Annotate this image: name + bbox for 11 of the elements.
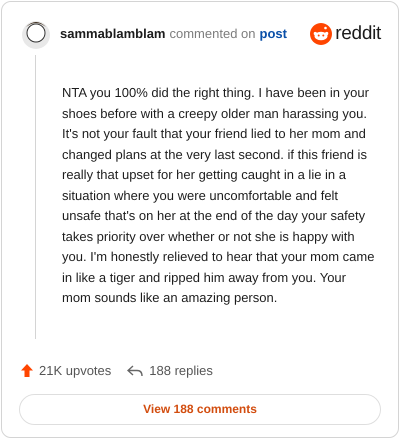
reply-count: 188 replies	[149, 362, 213, 380]
upvote-count: 21K upvotes	[39, 362, 112, 380]
author-name[interactable]: sammablamblam	[60, 24, 166, 44]
reddit-logo-icon	[310, 23, 332, 45]
upvote-icon[interactable]	[21, 364, 33, 378]
comment-body: NTA you 100% did the right thing. I have been in your shoes before with a creepy older man harassing you. It's not your fault that your friend lied to her mom and changed plans at the very last second. if this friend is really that upset for her getting caught in a lie in a situation where you were uncomfortable and felt unsafe that's on her at the end of the day your safety takes priority over whether or not she is happy with you. I'm honestly relieved to hear that your mom came in like a tiger and ripped him away from you. Your mom sounds like an amazing person.	[62, 84, 376, 307]
view-comments-button[interactable]: View 188 comments	[19, 394, 381, 424]
reply-icon[interactable]	[127, 364, 144, 377]
action-text: commented on	[170, 25, 256, 44]
post-link[interactable]: post	[260, 24, 287, 44]
reddit-wordmark: reddit	[335, 22, 381, 46]
